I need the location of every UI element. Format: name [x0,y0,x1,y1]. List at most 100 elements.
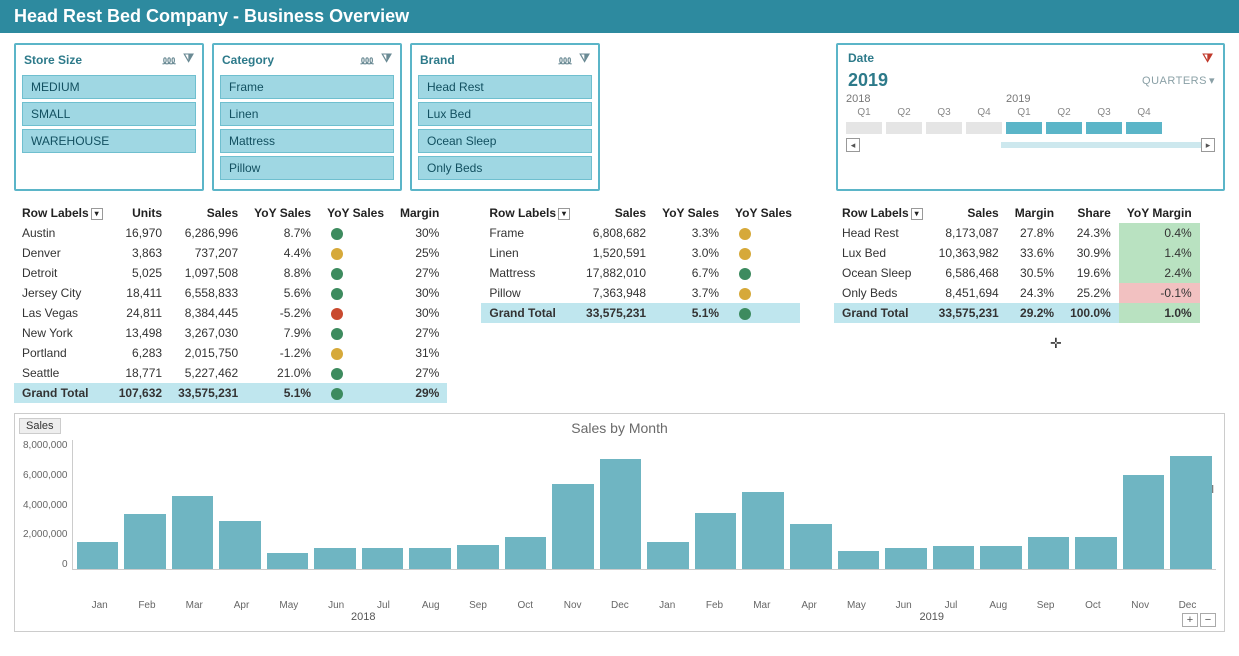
table-row[interactable]: Head Rest8,173,08727.8%24.3%0.4% [834,223,1200,243]
chart-bar[interactable] [742,492,784,569]
date-period-selector[interactable]: QUARTERS ▾ [1142,74,1215,87]
chart-bar[interactable] [933,546,975,569]
clear-filter-icon[interactable]: ⧩ [579,51,590,68]
chart-bar[interactable] [980,546,1022,569]
chart-bar[interactable] [77,542,119,569]
status-dot-icon [331,248,343,260]
table-row[interactable]: Jersey City18,4116,558,8335.6%30% [14,283,447,303]
column-header: Share [1062,203,1119,223]
table-row[interactable]: Las Vegas24,8118,384,445-5.2%30% [14,303,447,323]
slicer-date: Date ⧩ 2019 QUARTERS ▾ 2018 2019 Q1Q2Q3Q… [836,43,1225,191]
status-dot-icon [331,348,343,360]
chart-bar[interactable] [457,545,499,569]
table-row[interactable]: Ocean Sleep6,586,46830.5%19.6%2.4% [834,263,1200,283]
chart-bar[interactable] [1123,475,1165,569]
table-row[interactable]: Linen1,520,5913.0% [481,243,800,263]
date-selected-year: 2019 [846,68,890,93]
chart-bar[interactable] [1075,537,1117,569]
pivot-tables-row: Row Labels▾UnitsSalesYoY SalesYoY SalesM… [0,197,1239,409]
table-row[interactable]: Denver3,863737,2074.4%25% [14,243,447,263]
chart-zoom-in-icon[interactable]: + [1182,613,1198,627]
chart-bar[interactable] [1170,456,1212,569]
slicer-item[interactable]: Pillow [220,156,394,180]
chart-bar[interactable] [409,548,451,569]
chart-bar[interactable] [695,513,737,569]
table-row[interactable]: Mattress17,882,0106.7% [481,263,800,283]
dropdown-icon[interactable]: ▾ [91,208,103,220]
column-header: Row Labels▾ [834,203,931,223]
chart-bar[interactable] [1028,537,1070,569]
slicer-label: Category [222,53,274,67]
quarter-segment[interactable] [886,122,922,134]
slicer-label: Store Size [24,53,82,67]
table-row[interactable]: Seattle18,7715,227,46221.0%27% [14,363,447,383]
quarter-label: Q3 [926,107,962,118]
pivot-table-category: Row Labels▾SalesYoY SalesYoY Sales Frame… [481,203,800,323]
chart-x-axis-groups: 20182019 [23,611,1216,623]
chart-zoom-out-icon[interactable]: − [1200,613,1216,627]
table-row[interactable]: Pillow7,363,9483.7% [481,283,800,303]
table-row[interactable]: Lux Bed10,363,98233.6%30.9%1.4% [834,243,1200,263]
chart-bar[interactable] [790,524,832,569]
chart-bar[interactable] [172,496,214,569]
chart-bar[interactable] [314,548,356,569]
chart-bar[interactable] [124,514,166,569]
slicer-item[interactable]: SMALL [22,102,196,126]
slicer-item[interactable]: Frame [220,75,394,99]
slicer-item[interactable]: Ocean Sleep [418,129,592,153]
slicer-label: Brand [420,53,455,67]
multiselect-icon[interactable]: ⅏ [559,51,571,68]
grand-total-row: Grand Total33,575,2315.1% [481,303,800,323]
quarter-label: Q1 [846,107,882,118]
quarter-label: Q2 [886,107,922,118]
quarter-segment[interactable] [1126,122,1162,134]
slicer-category: Category ⅏ ⧩ Frame Linen Mattress Pillow [212,43,402,191]
clear-filter-icon[interactable]: ⧩ [381,51,392,68]
slicer-item[interactable]: Only Beds [418,156,592,180]
dropdown-icon[interactable]: ▾ [911,208,923,220]
chart-bar[interactable] [362,548,404,569]
table-row[interactable]: New York13,4983,267,0307.9%27% [14,323,447,343]
quarter-segment[interactable] [1006,122,1042,134]
slicer-item[interactable]: MEDIUM [22,75,196,99]
chart-bar[interactable] [219,521,261,569]
slicer-item[interactable]: Lux Bed [418,102,592,126]
quarter-segment[interactable] [1086,122,1122,134]
chart-title: Sales by Month [23,418,1216,440]
quarter-label: Q2 [1046,107,1082,118]
chart-bar[interactable] [552,484,594,569]
timeline-scrollbar[interactable] [1001,142,1201,148]
timeline-next-icon[interactable]: ▸ [1201,138,1215,152]
clear-filter-icon[interactable]: ⧩ [183,51,194,68]
chart-bar[interactable] [505,537,547,569]
table-row[interactable]: Portland6,2832,015,750-1.2%31% [14,343,447,363]
slicer-item[interactable]: Head Rest [418,75,592,99]
clear-filter-icon[interactable]: ⧩ [1202,51,1213,66]
slicer-item[interactable]: WAREHOUSE [22,129,196,153]
chart-field-tag[interactable]: Sales [19,418,61,434]
quarter-segment[interactable] [926,122,962,134]
column-header: YoY Sales [319,203,392,223]
dropdown-icon[interactable]: ▾ [558,208,570,220]
multiselect-icon[interactable]: ⅏ [361,51,373,68]
chart-bar[interactable] [647,542,689,569]
chevron-down-icon: ▾ [1209,74,1215,87]
timeline-prev-icon[interactable]: ◂ [846,138,860,152]
table-row[interactable]: Austin16,9706,286,9968.7%30% [14,223,447,243]
quarter-segment[interactable] [846,122,882,134]
quarter-segment[interactable] [966,122,1002,134]
table-row[interactable]: Frame6,808,6823.3% [481,223,800,243]
chart-bar[interactable] [267,553,309,569]
chart-bar[interactable] [838,551,880,569]
table-row[interactable]: Detroit5,0251,097,5088.8%27% [14,263,447,283]
slicer-item[interactable]: Mattress [220,129,394,153]
chart-bar[interactable] [600,459,642,569]
slicer-item[interactable]: Linen [220,102,394,126]
table-row[interactable]: Only Beds8,451,69424.3%25.2%-0.1% [834,283,1200,303]
chart-bar[interactable] [885,548,927,569]
quarter-segment[interactable] [1046,122,1082,134]
grand-total-row: Grand Total33,575,23129.2%100.0%1.0% [834,303,1200,323]
column-header: Sales [931,203,1007,223]
multiselect-icon[interactable]: ⅏ [163,51,175,68]
status-dot-icon [331,368,343,380]
